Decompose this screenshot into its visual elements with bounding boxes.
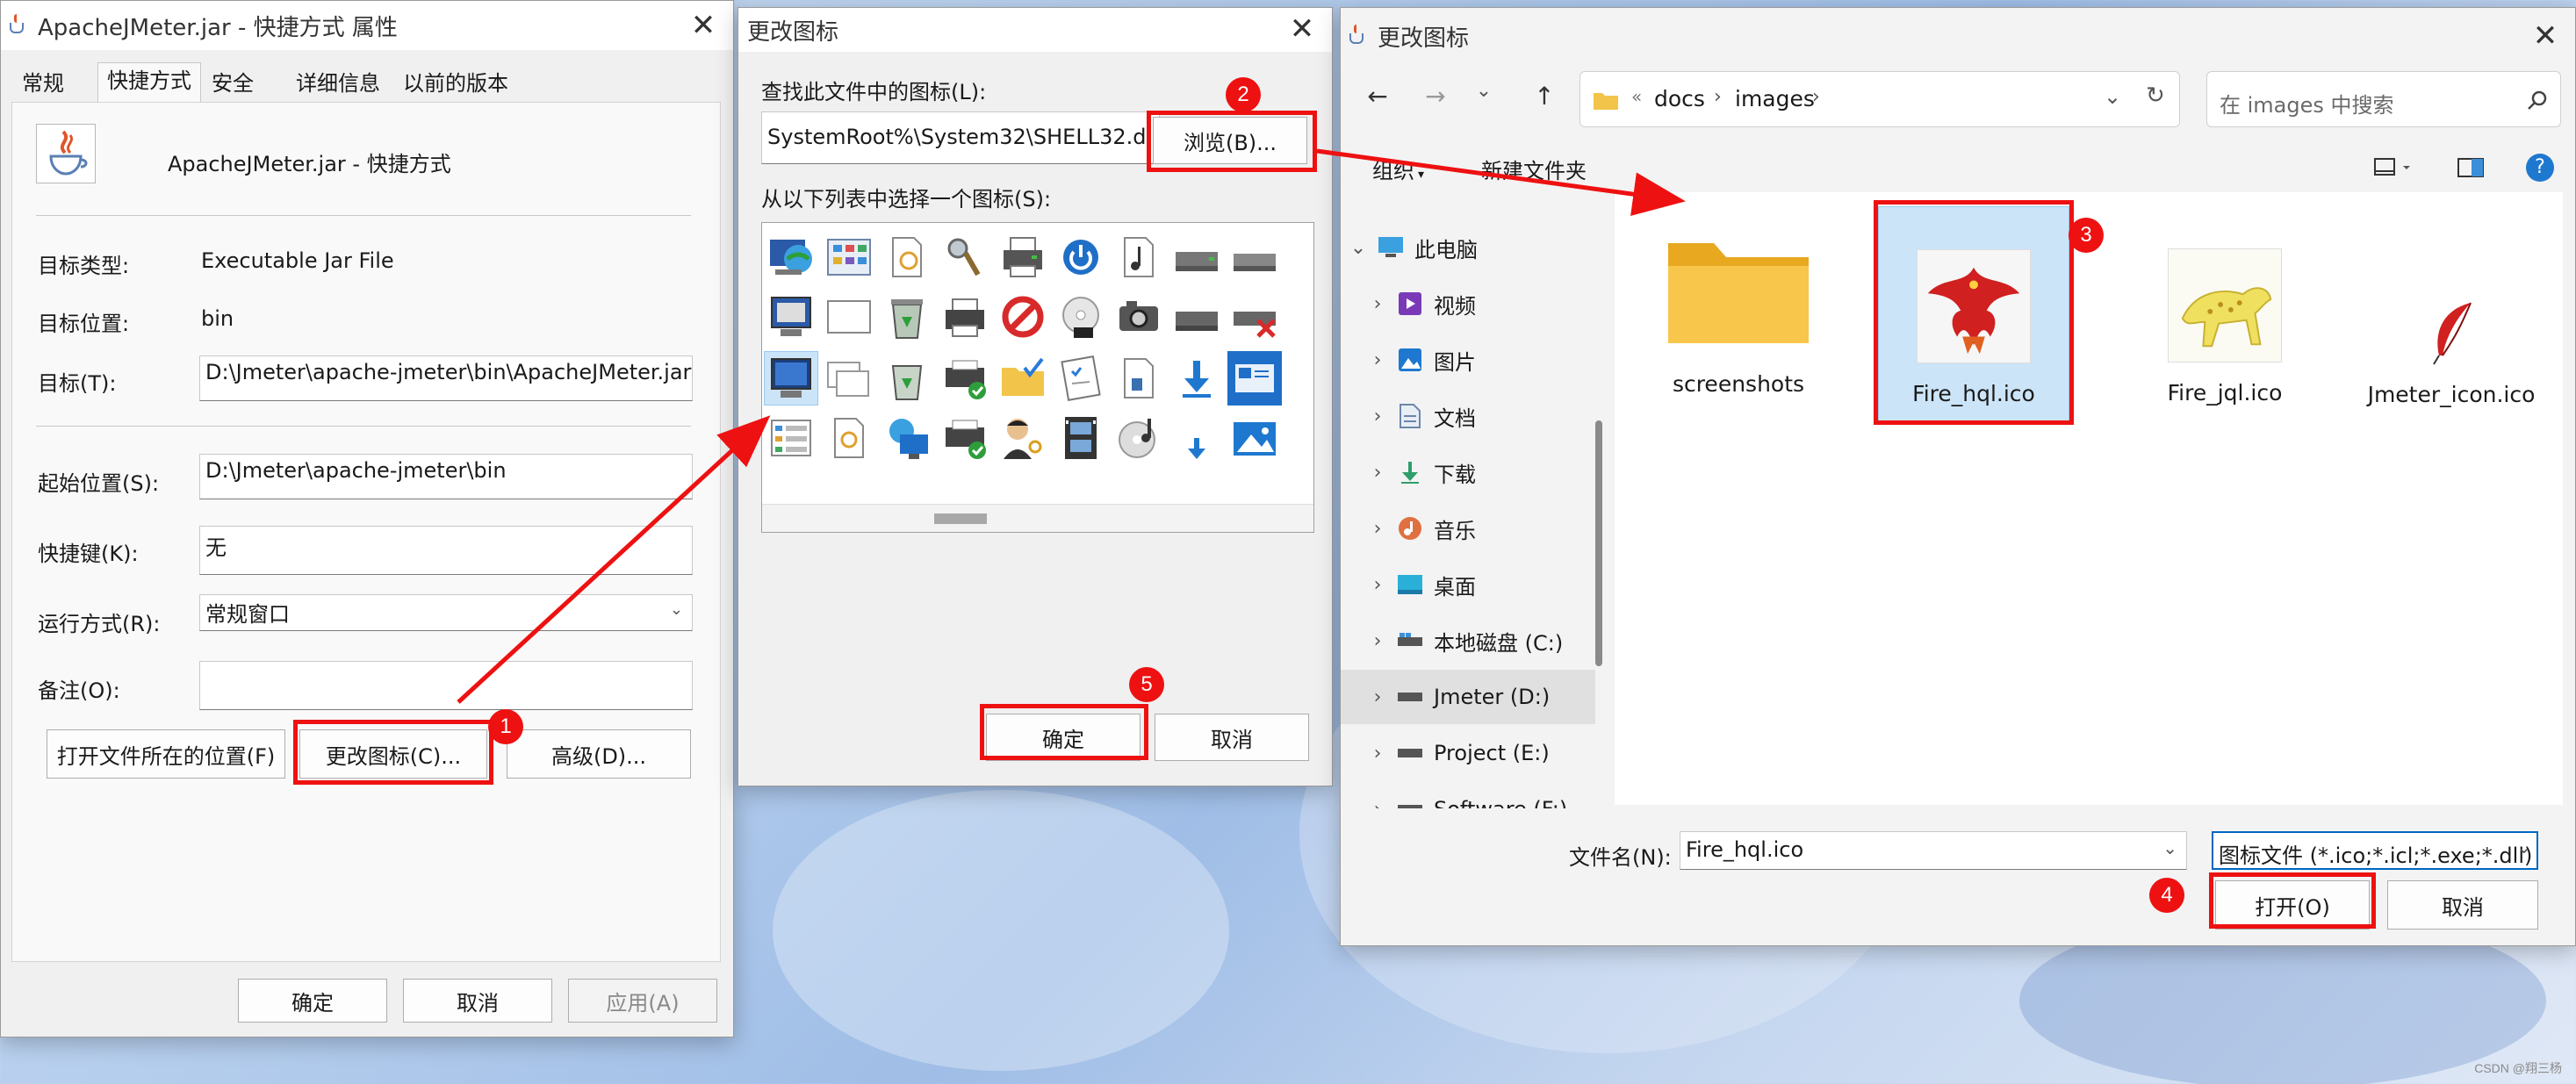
highlight-ok-button bbox=[980, 704, 1148, 760]
step-badge-4: 4 bbox=[2149, 878, 2184, 913]
step-badge-1: 1 bbox=[488, 709, 523, 744]
watermark: CSDN @翔三杨 bbox=[2474, 1061, 2562, 1075]
arrow-change-icon-to-list bbox=[457, 415, 771, 704]
highlight-change-icon-button bbox=[293, 720, 493, 785]
arrow-browse-to-file bbox=[1316, 148, 1686, 217]
step-badge-3: 3 bbox=[2069, 218, 2104, 253]
highlight-open-button bbox=[2209, 872, 2376, 929]
highlight-fire-hql-file bbox=[1874, 200, 2074, 425]
step-badge-5: 5 bbox=[1129, 667, 1164, 702]
step-badge-2: 2 bbox=[1226, 77, 1261, 112]
highlight-browse-button bbox=[1147, 111, 1317, 172]
